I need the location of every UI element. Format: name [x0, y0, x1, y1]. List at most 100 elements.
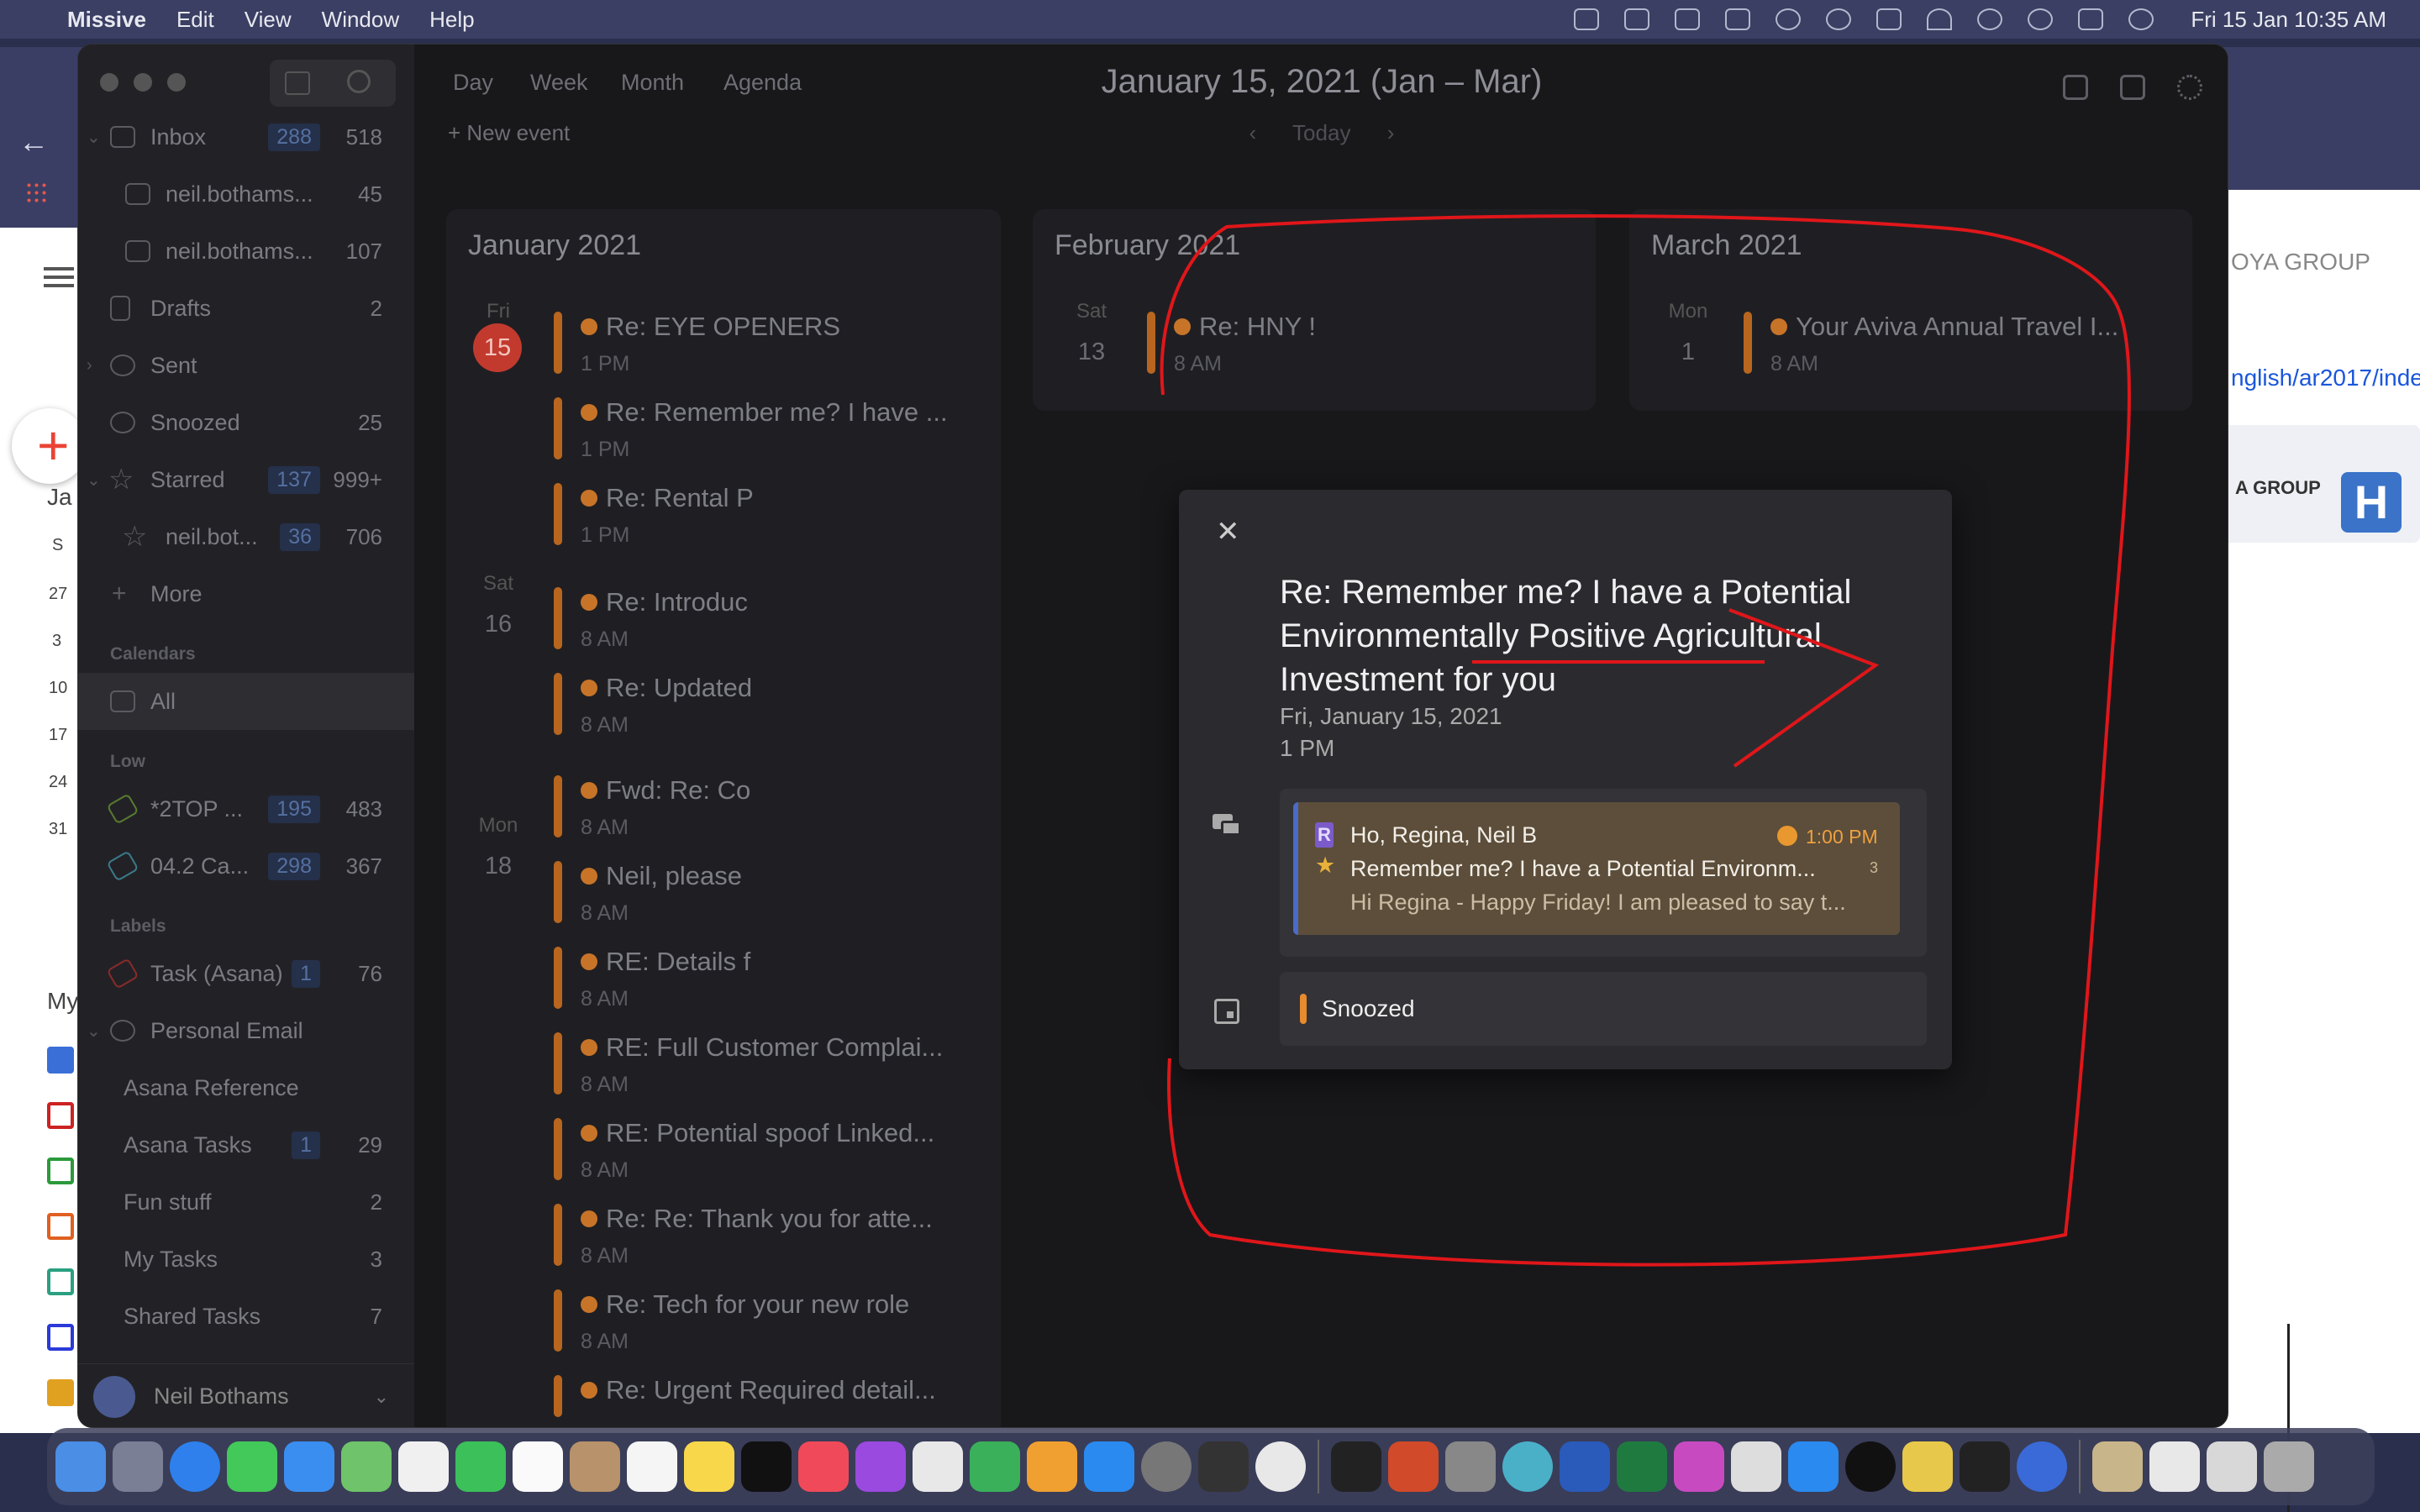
terminal-icon[interactable]: [1331, 1441, 1381, 1492]
powerpoint-icon[interactable]: [1388, 1441, 1439, 1492]
apps-grid-icon[interactable]: [25, 181, 47, 203]
tv-icon[interactable]: [741, 1441, 792, 1492]
sidebar-item-label-task[interactable]: Task (Asana) 1 76: [78, 945, 414, 1002]
day-number[interactable]: 1: [1663, 339, 1713, 366]
sidebar-item-calendars-all[interactable]: All: [78, 673, 414, 730]
moon-icon[interactable]: [1826, 8, 1852, 30]
maps-icon[interactable]: [341, 1441, 392, 1492]
menu-app-name[interactable]: Missive: [67, 7, 146, 33]
calculator-pro-icon[interactable]: [1960, 1441, 2010, 1492]
facetime-icon[interactable]: [455, 1441, 506, 1492]
chat-app-icon[interactable]: [1502, 1441, 1553, 1492]
create-button[interactable]: [12, 408, 87, 484]
siri-icon[interactable]: [2128, 8, 2154, 30]
keynote-icon[interactable]: [913, 1441, 963, 1492]
account-switcher[interactable]: Neil Bothams ⌄: [78, 1363, 414, 1427]
chevron-down-icon[interactable]: ⌄: [87, 1021, 101, 1042]
chevron-right-icon[interactable]: ›: [87, 356, 92, 375]
zoom-window-button[interactable]: [167, 73, 186, 92]
today-navigation[interactable]: ‹ Today ›: [414, 120, 2228, 146]
sidebar-item-snoozed[interactable]: Snoozed 25: [78, 394, 414, 451]
calendar-event[interactable]: Your Aviva Annual Travel I... 8 AM: [1744, 305, 2181, 381]
calendar-icon[interactable]: [2120, 75, 2145, 100]
chevron-down-icon[interactable]: ⌄: [374, 1386, 389, 1408]
podcasts-icon[interactable]: [855, 1441, 906, 1492]
calendar-checkbox[interactable]: [47, 1102, 74, 1129]
sidebar-item-label-sub[interactable]: My Tasks 3: [78, 1231, 414, 1288]
mini-calendar-day[interactable]: 31: [49, 820, 67, 839]
search-icon[interactable]: [347, 70, 371, 93]
word-icon[interactable]: [1560, 1441, 1610, 1492]
notes-icon[interactable]: [684, 1441, 734, 1492]
sidebar-item-label-sub[interactable]: Fun stuff 2: [78, 1173, 414, 1231]
calendar-app-icon[interactable]: [513, 1441, 563, 1492]
sketch-icon[interactable]: [1902, 1441, 1953, 1492]
calendar-checkbox[interactable]: [47, 1324, 74, 1351]
chrome-icon[interactable]: [1255, 1441, 1306, 1492]
calendar-event[interactable]: Re: Re: Thank you for atte... 8 AM: [554, 1197, 991, 1273]
zoom-icon[interactable]: [1788, 1441, 1839, 1492]
music-icon[interactable]: [798, 1441, 849, 1492]
sidebar-item-drafts[interactable]: Drafts 2: [78, 280, 414, 337]
imovie-icon[interactable]: [1198, 1441, 1249, 1492]
system-preferences-icon[interactable]: [1141, 1441, 1192, 1492]
excel-icon[interactable]: [1617, 1441, 1667, 1492]
menu-view[interactable]: View: [245, 7, 292, 33]
safari-icon[interactable]: [170, 1441, 220, 1492]
calendar-event[interactable]: RE: Full Customer Complai... 8 AM: [554, 1026, 991, 1101]
calendar-checkbox[interactable]: [47, 1047, 74, 1074]
keeper-icon[interactable]: [1845, 1441, 1896, 1492]
snoozed-calendar-row[interactable]: Snoozed: [1280, 972, 1927, 1046]
calendar-event[interactable]: RE: Potential spoof Linked... 8 AM: [554, 1111, 991, 1187]
finder-icon[interactable]: [55, 1441, 106, 1492]
sidebar-item-team[interactable]: 04.2 Ca... 298 367: [78, 837, 414, 895]
calculator-icon[interactable]: [1445, 1441, 1496, 1492]
color-app-icon[interactable]: [1674, 1441, 1724, 1492]
day-number[interactable]: 18: [473, 853, 523, 880]
chevron-down-icon[interactable]: ⌄: [87, 470, 101, 491]
layout-icon[interactable]: [1675, 8, 1701, 30]
messages-icon[interactable]: [227, 1441, 277, 1492]
stack-documents-icon[interactable]: [2092, 1441, 2143, 1492]
calendar-event[interactable]: Re: Remember me? I have ... 1 PM: [554, 391, 991, 466]
mini-calendar-day[interactable]: 10: [49, 679, 67, 698]
spotlight-icon[interactable]: [2028, 8, 2054, 30]
wifi-icon[interactable]: [1927, 8, 1953, 30]
menu-edit[interactable]: Edit: [176, 7, 214, 33]
app-store-icon[interactable]: [1084, 1441, 1134, 1492]
calendar-event[interactable]: Re: Updated 8 AM: [554, 666, 991, 742]
sidebar-item-account-1[interactable]: neil.bothams... 45: [78, 165, 414, 223]
time-machine-icon[interactable]: [1977, 8, 2003, 30]
trash-icon[interactable]: [2264, 1441, 2314, 1492]
sidebar-item-label-personal[interactable]: ⌄ Personal Email: [78, 1002, 414, 1059]
calendar-event[interactable]: Re: Rental P 1 PM: [554, 476, 991, 552]
battery-icon[interactable]: [1876, 8, 1902, 30]
mini-calendar-day[interactable]: 27: [49, 585, 67, 604]
menu-window[interactable]: Window: [322, 7, 399, 33]
chevron-down-icon[interactable]: ⌄: [87, 127, 101, 148]
contacts-icon[interactable]: [570, 1441, 620, 1492]
close-icon[interactable]: ✕: [1216, 515, 1240, 549]
reminders-icon[interactable]: [627, 1441, 677, 1492]
compose-icon[interactable]: [285, 71, 310, 95]
photos-icon[interactable]: [398, 1441, 449, 1492]
sidebar-item-account-2[interactable]: neil.bothams... 107: [78, 223, 414, 280]
sidebar-item-label-sub[interactable]: Shared Tasks 7: [78, 1288, 414, 1345]
stack-downloads-icon[interactable]: [2207, 1441, 2257, 1492]
window-icon[interactable]: [1725, 8, 1751, 30]
mini-calendar-day[interactable]: 24: [49, 773, 67, 792]
menu-help[interactable]: Help: [429, 7, 474, 33]
pages-icon[interactable]: [1027, 1441, 1077, 1492]
back-arrow-icon[interactable]: ←: [18, 124, 49, 160]
sidebar-item-label-sub[interactable]: Asana Reference: [78, 1059, 414, 1116]
sidebar-item-sent[interactable]: › Sent: [78, 337, 414, 394]
calendar-event[interactable]: Re: Urgent Required detail...: [554, 1368, 991, 1419]
calendar-event[interactable]: RE: Details f 8 AM: [554, 940, 991, 1016]
sidebar-item-starred-account[interactable]: ☆ neil.bot... 36 706: [78, 508, 414, 565]
calendar-event[interactable]: Re: EYE OPENERS 1 PM: [554, 305, 991, 381]
sidebar-item-label-sub[interactable]: Asana Tasks 1 29: [78, 1116, 414, 1173]
calendar-checkbox[interactable]: [47, 1158, 74, 1184]
missive-icon[interactable]: [2017, 1441, 2067, 1492]
calendar-checkbox[interactable]: [47, 1268, 74, 1295]
sidebar-item-more[interactable]: + More: [78, 565, 414, 622]
